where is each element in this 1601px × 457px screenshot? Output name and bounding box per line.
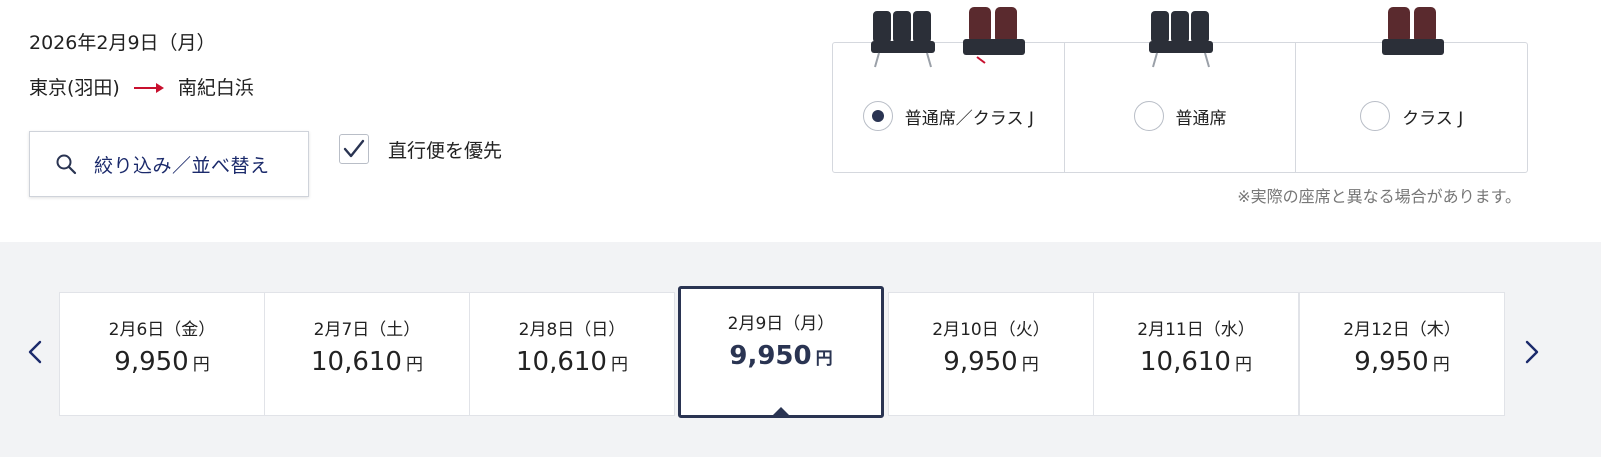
chevron-right-icon[interactable] bbox=[1519, 340, 1543, 364]
seat-option-all[interactable]: 普通席／クラス J bbox=[833, 7, 1065, 172]
fare-day-price: 9,950 bbox=[729, 341, 812, 371]
fare-day-date: 2月9日（月） bbox=[727, 314, 835, 334]
seat-option-class-j-label: クラス J bbox=[1402, 108, 1464, 129]
currency-label: 円 bbox=[1432, 355, 1450, 375]
currency-label: 円 bbox=[1234, 355, 1252, 375]
checkmark-icon bbox=[343, 139, 365, 158]
route: 東京(羽田) 南紀白浜 bbox=[29, 73, 254, 100]
fare-day-price: 10,610 bbox=[311, 347, 402, 377]
search-icon bbox=[56, 154, 77, 175]
filter-sort-button[interactable]: 絞り込み／並べ替え bbox=[29, 131, 309, 197]
fare-day-price: 9,950 bbox=[114, 347, 189, 377]
currency-label: 円 bbox=[815, 349, 833, 369]
seat-illustration-icon bbox=[871, 7, 1025, 68]
seat-option-all-radio[interactable] bbox=[862, 101, 893, 131]
seat-class-selector: 普通席／クラス J 普通席 クラス J bbox=[832, 7, 1528, 173]
seat-option-standard-label: 普通席 bbox=[1175, 108, 1227, 129]
direct-flight-label: 直行便を優先 bbox=[388, 139, 503, 162]
currency-label: 円 bbox=[610, 355, 628, 375]
currency-label: 円 bbox=[1021, 355, 1039, 375]
destination: 南紀白浜 bbox=[177, 77, 254, 99]
fare-day-price: 10,610 bbox=[1140, 347, 1231, 377]
fare-day-price: 9,950 bbox=[1354, 347, 1429, 377]
fare-day-price: 9,950 bbox=[943, 347, 1018, 377]
seat-option-standard-radio[interactable] bbox=[1133, 101, 1164, 131]
class-j-seat-icon bbox=[1382, 7, 1445, 55]
fare-day-date: 2月12日（木） bbox=[1343, 320, 1461, 340]
fare-day[interactable]: 2月8日（日） 10,610 円 bbox=[469, 292, 675, 416]
checkbox[interactable] bbox=[339, 134, 369, 164]
fare-day[interactable]: 2月6日（金） 9,950 円 bbox=[59, 292, 265, 416]
seat-option-class-j[interactable]: クラス J bbox=[1296, 7, 1527, 172]
route-arrow-icon bbox=[133, 81, 164, 93]
fare-day-date: 2月11日（水） bbox=[1137, 320, 1255, 340]
seat-disclaimer: ※実際の座席と異なる場合があります。 bbox=[1237, 187, 1521, 206]
currency-label: 円 bbox=[192, 355, 210, 375]
fare-day-date: 2月8日（日） bbox=[518, 320, 626, 340]
fare-day-price: 10,610 bbox=[516, 347, 607, 377]
direct-flight-checkbox[interactable]: 直行便を優先 bbox=[339, 134, 502, 164]
fare-day[interactable]: 2月12日（木） 9,950 円 bbox=[1299, 292, 1505, 416]
fare-day-date: 2月6日（金） bbox=[108, 320, 216, 340]
fare-day-date: 2月7日（土） bbox=[313, 320, 421, 340]
chevron-left-icon[interactable] bbox=[24, 340, 48, 364]
fare-day[interactable]: 2月11日（水） 10,610 円 bbox=[1093, 292, 1299, 416]
fare-day[interactable]: 2月7日（土） 10,610 円 bbox=[264, 292, 470, 416]
travel-date: 2026年2月9日（月） bbox=[29, 32, 216, 54]
fare-day-list: 2月6日（金） 9,950 円 2月7日（土） 10,610 円 2月8日（日） 1… bbox=[59, 286, 1506, 418]
filter-sort-label: 絞り込み／並べ替え bbox=[94, 154, 270, 177]
seat-option-all-label: 普通席／クラス J bbox=[904, 108, 1034, 129]
fare-day-selected[interactable]: 2月9日（月） 9,950 円 bbox=[678, 286, 884, 418]
origin: 東京(羽田) bbox=[29, 77, 120, 99]
seat-option-class-j-radio[interactable] bbox=[1360, 101, 1391, 131]
currency-label: 円 bbox=[405, 355, 423, 375]
fare-calendar: 2月6日（金） 9,950 円 2月7日（土） 10,610 円 2月8日（日） 1… bbox=[0, 242, 1601, 457]
fare-day-date: 2月10日（火） bbox=[932, 320, 1050, 340]
seat-option-standard[interactable]: 普通席 bbox=[1065, 11, 1297, 172]
search-summary: 2026年2月9日（月） 東京(羽田) 南紀白浜 絞り込み／並べ替え 直行便を優… bbox=[0, 0, 1601, 242]
fare-day[interactable]: 2月10日（火） 9,950 円 bbox=[888, 292, 1094, 416]
standard-seat-icon bbox=[1148, 11, 1213, 68]
